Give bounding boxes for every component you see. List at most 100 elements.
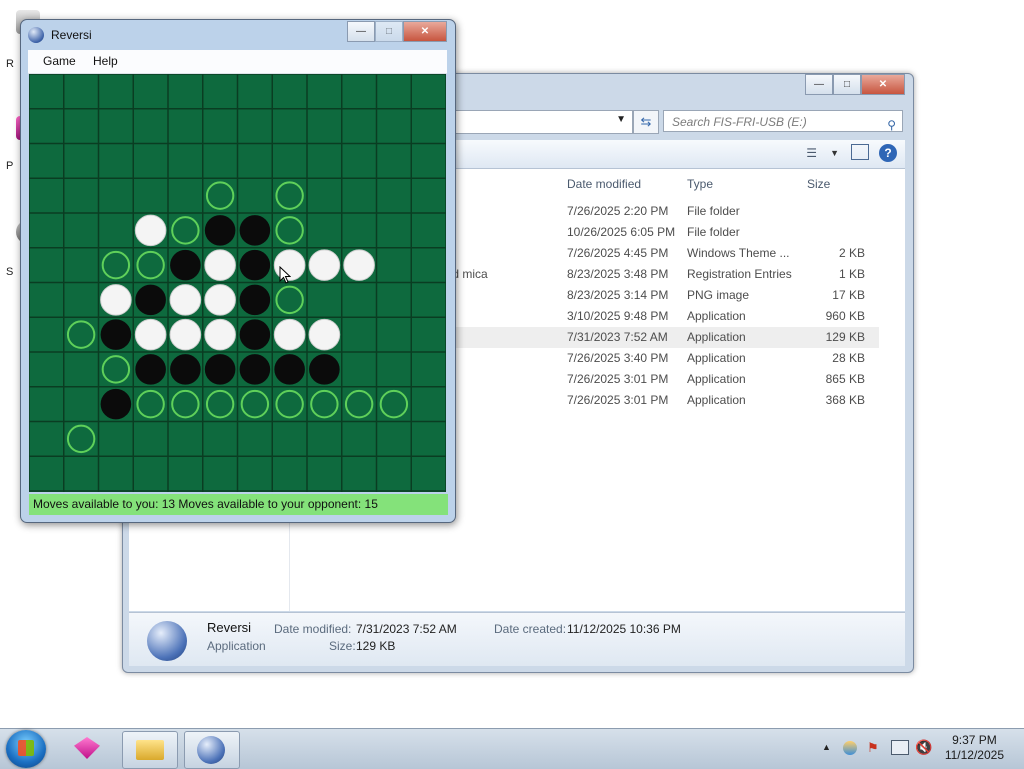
available-move-marker[interactable] <box>275 181 304 210</box>
menu-help[interactable]: Help <box>93 54 118 68</box>
reversi-app-icon <box>197 736 225 764</box>
available-move-marker[interactable] <box>275 216 304 245</box>
file-date-modified: 3/10/2025 9:48 PM <box>567 309 669 323</box>
black-piece <box>204 215 236 246</box>
white-piece <box>308 318 341 351</box>
reversi-app-icon <box>28 27 44 43</box>
available-move-marker[interactable] <box>66 424 96 454</box>
taskbar-reversi[interactable] <box>184 731 240 769</box>
taskbar: ▲ ⚑ 🔇 9:37 PM 11/12/2025 <box>0 728 1024 769</box>
black-piece <box>239 249 271 281</box>
black-piece <box>239 354 271 385</box>
folder-icon <box>136 740 164 760</box>
details-file-kind: Application <box>207 639 266 653</box>
network-icon[interactable] <box>891 740 909 755</box>
file-date-modified: 7/26/2025 3:01 PM <box>567 393 669 407</box>
file-date-modified: 7/26/2025 2:20 PM <box>567 204 669 218</box>
view-options-icon[interactable]: ☰ <box>806 146 817 160</box>
details-size-label: Size: <box>329 639 356 653</box>
available-move-marker[interactable] <box>136 389 165 419</box>
white-piece <box>308 249 341 281</box>
file-type: Application <box>687 351 746 365</box>
file-type: File folder <box>687 204 740 218</box>
file-type: PNG image <box>687 288 750 302</box>
minimize-button[interactable]: — <box>805 74 833 95</box>
search-icon[interactable]: ⚲ <box>887 114 896 136</box>
clock-time: 9:37 PM <box>952 733 997 747</box>
available-move-marker[interactable] <box>101 250 131 280</box>
available-move-marker[interactable] <box>171 389 200 419</box>
black-piece <box>100 388 132 420</box>
white-piece <box>169 284 202 316</box>
chevron-down-icon[interactable]: ▼ <box>616 114 626 125</box>
available-move-marker[interactable] <box>171 216 200 245</box>
file-date-modified: 7/26/2025 3:01 PM <box>567 372 669 386</box>
taskbar-shapes-app[interactable] <box>62 731 116 767</box>
black-piece <box>239 284 271 316</box>
available-move-marker[interactable] <box>275 285 304 315</box>
help-icon[interactable]: ? <box>879 144 897 162</box>
desktop-icon-label: P <box>6 160 14 172</box>
file-type: File folder <box>687 225 740 239</box>
details-date-modified: 7/31/2023 7:52 AM <box>356 622 457 636</box>
file-type: Application <box>687 330 746 344</box>
black-piece <box>309 354 340 385</box>
column-date-modified[interactable]: Date modified <box>567 177 641 191</box>
refresh-button[interactable]: ⇆ <box>633 110 659 134</box>
reversi-app-icon <box>147 621 187 661</box>
details-file-name: Reversi <box>207 620 252 635</box>
column-type[interactable]: Type <box>687 177 713 191</box>
maximize-button: □ <box>375 21 403 42</box>
file-date-modified: 8/23/2025 3:14 PM <box>567 288 669 302</box>
available-move-marker[interactable] <box>205 181 235 210</box>
details-size: 129 KB <box>356 639 396 653</box>
chevron-down-icon[interactable]: ▼ <box>830 148 839 158</box>
available-move-marker[interactable] <box>344 389 374 419</box>
tray-app-icon[interactable] <box>843 741 857 755</box>
black-piece <box>274 354 305 385</box>
windows-logo-icon <box>18 740 34 756</box>
details-date-created: 11/12/2025 10:36 PM <box>567 622 681 636</box>
file-date-modified: 8/23/2025 3:48 PM <box>567 267 669 281</box>
available-move-marker[interactable] <box>379 389 409 419</box>
start-button[interactable] <box>6 730 46 768</box>
white-piece <box>204 249 236 281</box>
black-piece <box>170 354 201 385</box>
details-date-modified-label: Date modified: <box>274 622 352 636</box>
show-hidden-icons-icon[interactable]: ▲ <box>822 742 831 752</box>
taskbar-file-explorer[interactable] <box>122 731 178 769</box>
reversi-window[interactable]: Reversi — □ ✕ Game Help Moves available … <box>20 19 456 523</box>
available-move-marker[interactable] <box>66 320 96 349</box>
preview-pane-icon[interactable] <box>851 144 869 160</box>
mouse-cursor-icon <box>279 266 291 284</box>
game-board[interactable] <box>29 74 446 492</box>
close-button[interactable]: ✕ <box>861 74 905 95</box>
available-move-marker[interactable] <box>205 389 235 419</box>
available-move-marker[interactable] <box>310 389 339 419</box>
clock-date: 11/12/2025 <box>944 748 1004 762</box>
available-move-marker[interactable] <box>275 389 304 419</box>
available-move-marker[interactable] <box>136 250 165 280</box>
close-button[interactable]: ✕ <box>403 21 447 42</box>
volume-muted-icon[interactable]: 🔇 <box>915 739 932 756</box>
file-size: 368 KB <box>825 393 865 407</box>
shapes-app-icon <box>74 737 100 759</box>
available-move-marker[interactable] <box>240 389 270 419</box>
file-type: Application <box>687 372 746 386</box>
column-size[interactable]: Size <box>807 177 830 191</box>
menu-game[interactable]: Game <box>43 54 76 68</box>
black-piece <box>239 215 271 246</box>
action-center-flag-icon[interactable]: ⚑ <box>867 740 879 756</box>
file-size: 2 KB <box>838 246 865 260</box>
system-clock[interactable]: 9:37 PM 11/12/2025 <box>945 733 1004 763</box>
available-move-marker[interactable] <box>101 355 131 384</box>
black-piece <box>100 319 132 350</box>
window-title: Reversi <box>51 28 92 42</box>
file-date-modified: 7/31/2023 7:52 AM <box>567 330 668 344</box>
file-type: Windows Theme ... <box>687 246 790 260</box>
black-piece <box>135 284 166 316</box>
details-date-created-label: Date created: <box>494 622 567 636</box>
minimize-button[interactable]: — <box>347 21 375 42</box>
search-input[interactable]: Search FIS-FRI-USB (E:) ⚲ <box>663 110 903 132</box>
maximize-button[interactable]: □ <box>833 74 861 95</box>
